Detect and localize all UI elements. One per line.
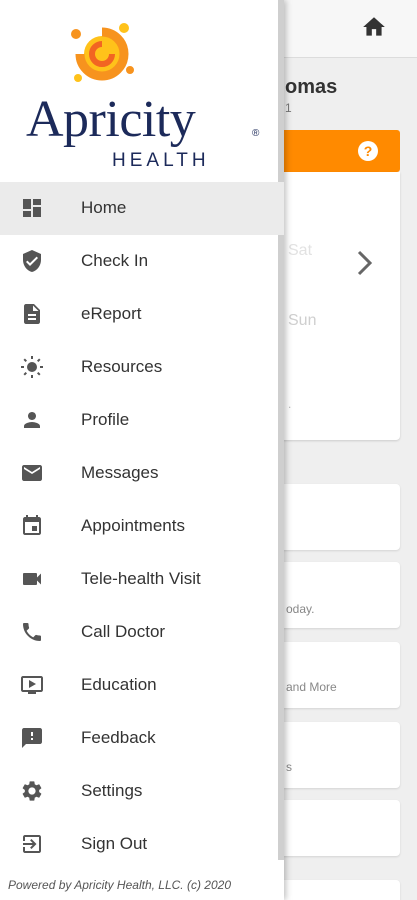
menu-item-ereport[interactable]: eReport <box>0 288 284 341</box>
menu-item-messages[interactable]: Messages <box>0 447 284 500</box>
person-icon <box>24 412 40 428</box>
logo-wordmark: Apricity <box>26 91 196 148</box>
feedback-icon <box>22 728 42 748</box>
menu-label: Feedback <box>81 728 156 747</box>
gear-icon <box>22 781 42 801</box>
dashboard-icon <box>23 199 41 217</box>
menu-item-call-doctor[interactable]: Call Doctor <box>0 606 284 659</box>
calendar-card: Sat Sun . <box>278 172 400 440</box>
menu-item-profile[interactable]: Profile <box>0 394 284 447</box>
dashboard-card[interactable] <box>278 880 400 900</box>
menu-label: Tele-health Visit <box>81 569 201 588</box>
navigation-drawer: Apricity ® HEALTH Home Check In eReport … <box>0 0 284 900</box>
menu-label: Settings <box>81 781 143 800</box>
home-icon[interactable] <box>361 14 387 40</box>
menu-label: Profile <box>81 410 130 429</box>
menu-label: Call Doctor <box>81 622 166 641</box>
video-play-icon <box>21 676 43 694</box>
logo-health-text: HEALTH <box>112 150 210 171</box>
menu-item-settings[interactable]: Settings <box>0 765 284 818</box>
menu-label: Sign Out <box>81 834 148 853</box>
dashboard-card[interactable]: and More <box>278 642 400 708</box>
menu-label: Appointments <box>81 516 185 535</box>
menu-item-telehealth-visit[interactable]: Tele-health Visit <box>0 553 284 606</box>
menu-item-education[interactable]: Education <box>0 659 284 712</box>
logo-registered: ® <box>252 128 260 139</box>
card-text: oday. <box>286 602 315 616</box>
sign-out-icon <box>23 835 41 853</box>
sun-icon <box>21 356 43 378</box>
menu-item-appointments[interactable]: Appointments <box>0 500 284 553</box>
menu-label: Check In <box>81 251 149 270</box>
calendar-day-sat: Sat <box>288 242 313 259</box>
menu-item-home[interactable]: Home <box>0 182 284 235</box>
help-icon[interactable]: ? <box>358 141 378 161</box>
drawer-menu: Home Check In eReport Resources Profile … <box>0 182 284 871</box>
menu-item-feedback[interactable]: Feedback <box>0 712 284 765</box>
video-camera-icon <box>23 573 41 585</box>
mail-icon <box>22 465 42 481</box>
menu-label: Messages <box>81 463 159 482</box>
footer-credit: Powered by Apricity Health, LLC. (c) 202… <box>0 870 284 900</box>
shield-check-icon <box>23 250 41 272</box>
phone-icon <box>23 623 41 641</box>
card-text: s <box>286 760 292 774</box>
dashboard-card[interactable]: oday. <box>278 562 400 628</box>
dashboard-card[interactable] <box>278 484 400 550</box>
menu-label: eReport <box>81 304 142 323</box>
menu-item-sign-out[interactable]: Sign Out <box>0 818 284 871</box>
menu-item-resources[interactable]: Resources <box>0 341 284 394</box>
card-text: and More <box>286 680 337 694</box>
chevron-right-icon[interactable] <box>355 248 375 278</box>
dashboard-card[interactable] <box>278 800 400 856</box>
sun-swirl-logo-icon <box>71 23 134 82</box>
menu-label: Resources <box>81 357 163 376</box>
apricity-health-logo: Apricity ® HEALTH <box>24 12 264 172</box>
menu-label: Home <box>81 198 127 217</box>
alert-banner[interactable]: ? <box>278 130 400 172</box>
patient-name: omas <box>285 76 338 98</box>
document-icon <box>24 304 40 324</box>
calendar-day-sun: Sun <box>288 312 317 329</box>
dashboard-card[interactable]: s <box>278 722 400 788</box>
calendar-icon <box>23 515 41 535</box>
menu-label: Education <box>81 675 157 694</box>
calendar-marker: . <box>288 397 292 411</box>
patient-subtitle: 1 <box>285 101 292 115</box>
menu-item-check-in[interactable]: Check In <box>0 235 284 288</box>
